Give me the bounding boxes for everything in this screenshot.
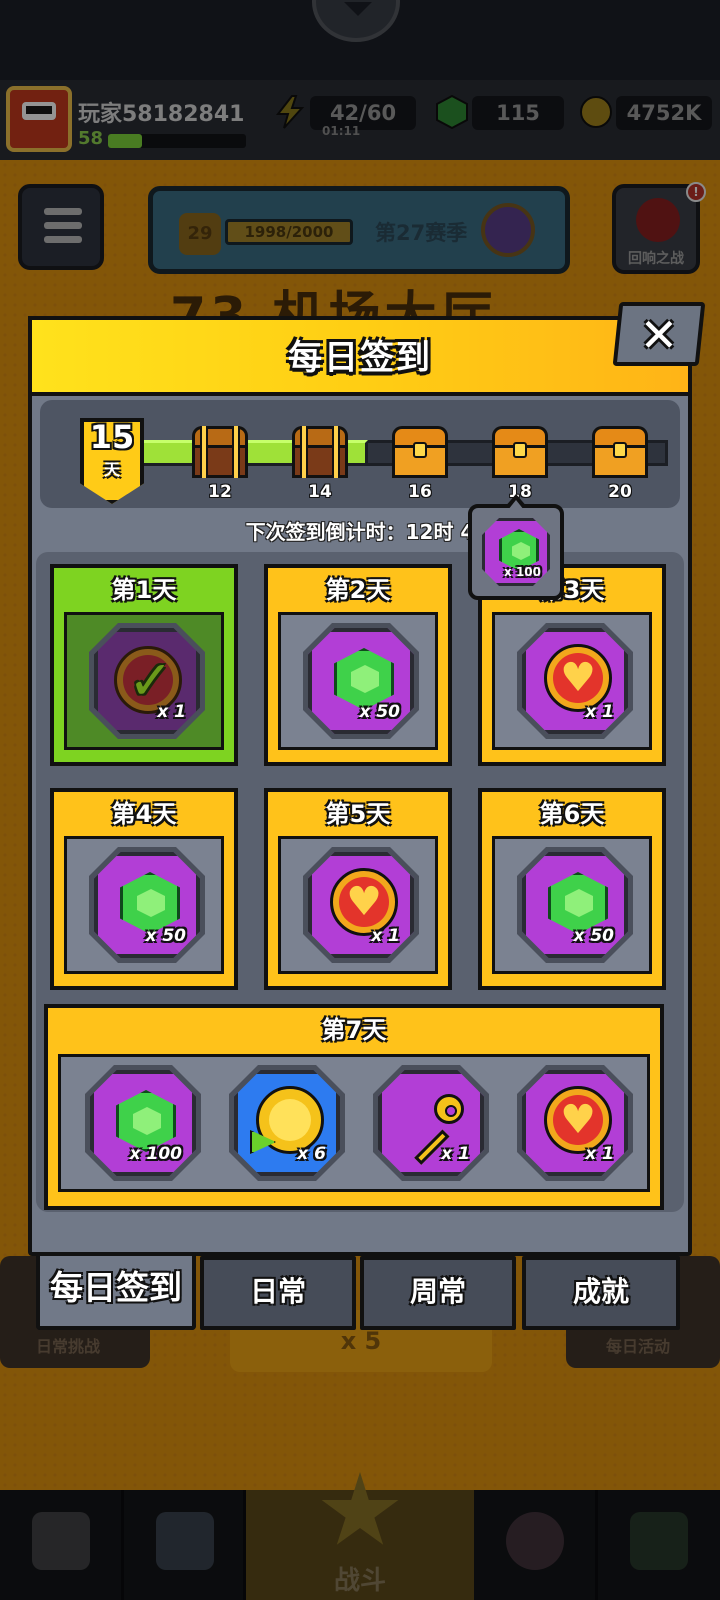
- reward-item: ✓ x 1: [94, 628, 200, 734]
- reward-slot: x 50: [492, 836, 652, 974]
- tab-weekly[interactable]: 周常: [360, 1256, 516, 1330]
- lock-icon: [413, 442, 427, 458]
- reward-slot: x 1: [492, 612, 652, 750]
- reward-slot: x 50: [278, 612, 438, 750]
- reward-item: x 1: [522, 628, 628, 734]
- day-card-title: 第4天: [111, 800, 177, 828]
- day-card-title: 第1天: [111, 576, 177, 604]
- tooltip-reward-item: x 100: [482, 518, 550, 586]
- streak-progress-panel: 15 天 12 14 16 18 20: [40, 400, 680, 508]
- day-card-5[interactable]: 第5天 x 1: [264, 788, 452, 990]
- lock-icon: [513, 442, 527, 458]
- gem-icon: [120, 872, 180, 934]
- day-card-title: 第2天: [325, 576, 391, 604]
- next-checkin-countdown: 下次签到倒计时：12时 4: [245, 520, 475, 544]
- reward-item: x 1: [522, 1070, 628, 1176]
- milestone-chest-20[interactable]: [592, 426, 648, 478]
- day-card-2[interactable]: 第2天 x 50: [264, 564, 452, 766]
- dialog-header: 每日签到: [28, 316, 692, 396]
- day-card-7[interactable]: 第7天 x 100 x 6 x 1 x 1: [44, 1004, 664, 1210]
- daily-checkin-dialog: 每日签到 15 天 12 14 16 18 20 下次签到倒计时：12时 4 第…: [28, 316, 692, 1256]
- reward-qty: x 1: [585, 1144, 614, 1164]
- reward-qty: x 50: [573, 926, 614, 946]
- reward-slot: ✓ x 1: [64, 612, 224, 750]
- reward-slot: x 1: [278, 836, 438, 974]
- milestone-chest-12[interactable]: [192, 426, 248, 478]
- reward-item: x 1: [378, 1070, 484, 1176]
- gem-icon: [334, 648, 394, 710]
- reward-qty: x 6: [297, 1144, 326, 1164]
- tooltip-qty: x 100: [504, 565, 541, 579]
- reward-item: x 6: [234, 1070, 340, 1176]
- reward-item: x 100: [90, 1070, 196, 1176]
- day-card-title: 第6天: [539, 800, 605, 828]
- milestone-label: 12: [208, 482, 232, 502]
- reward-qty: x 50: [359, 702, 400, 722]
- milestone-chest-14[interactable]: [292, 426, 348, 478]
- reward-qty: x 1: [157, 702, 186, 722]
- day-card-6[interactable]: 第6天 x 50: [478, 788, 666, 990]
- tab-achievements[interactable]: 成就: [522, 1256, 680, 1330]
- milestone-label: 20: [608, 482, 632, 502]
- lock-icon: [613, 442, 627, 458]
- day-card-title: 第7天: [321, 1016, 387, 1044]
- tab-daily-checkin[interactable]: 每日签到: [36, 1256, 196, 1330]
- reward-qty: x 1: [441, 1144, 470, 1164]
- current-day-unit: 天: [103, 460, 120, 479]
- milestone-reward-tooltip: x 100: [468, 504, 564, 600]
- reward-item: x 1: [308, 852, 414, 958]
- reward-item: x 50: [522, 852, 628, 958]
- reward-qty: x 50: [145, 926, 186, 946]
- milestone-label: 16: [408, 482, 432, 502]
- checkmark-icon: ✓: [128, 649, 174, 712]
- gem-icon: [116, 1090, 176, 1152]
- close-button[interactable]: ✕: [612, 302, 706, 366]
- milestone-label: 14: [308, 482, 332, 502]
- milestone-chest-16[interactable]: [392, 426, 448, 478]
- close-icon: ✕: [639, 308, 679, 362]
- reward-qty: x 100: [129, 1144, 182, 1164]
- reward-slot: x 50: [64, 836, 224, 974]
- reward-qty: x 1: [585, 702, 614, 722]
- reward-item: x 50: [94, 852, 200, 958]
- dialog-title: 每日签到: [288, 338, 432, 378]
- day-card-4[interactable]: 第4天 x 50: [50, 788, 238, 990]
- milestone-chest-18[interactable]: [492, 426, 548, 478]
- reward-item: x 50: [308, 628, 414, 734]
- reward-slot: x 100 x 6 x 1 x 1: [58, 1054, 650, 1192]
- reward-qty: x 1: [371, 926, 400, 946]
- tab-daily[interactable]: 日常: [200, 1256, 356, 1330]
- gem-icon: [548, 872, 608, 934]
- current-day-number: 15: [89, 418, 135, 456]
- day-card-title: 第5天: [325, 800, 391, 828]
- day-card-1[interactable]: 第1天 ✓ x 1: [50, 564, 238, 766]
